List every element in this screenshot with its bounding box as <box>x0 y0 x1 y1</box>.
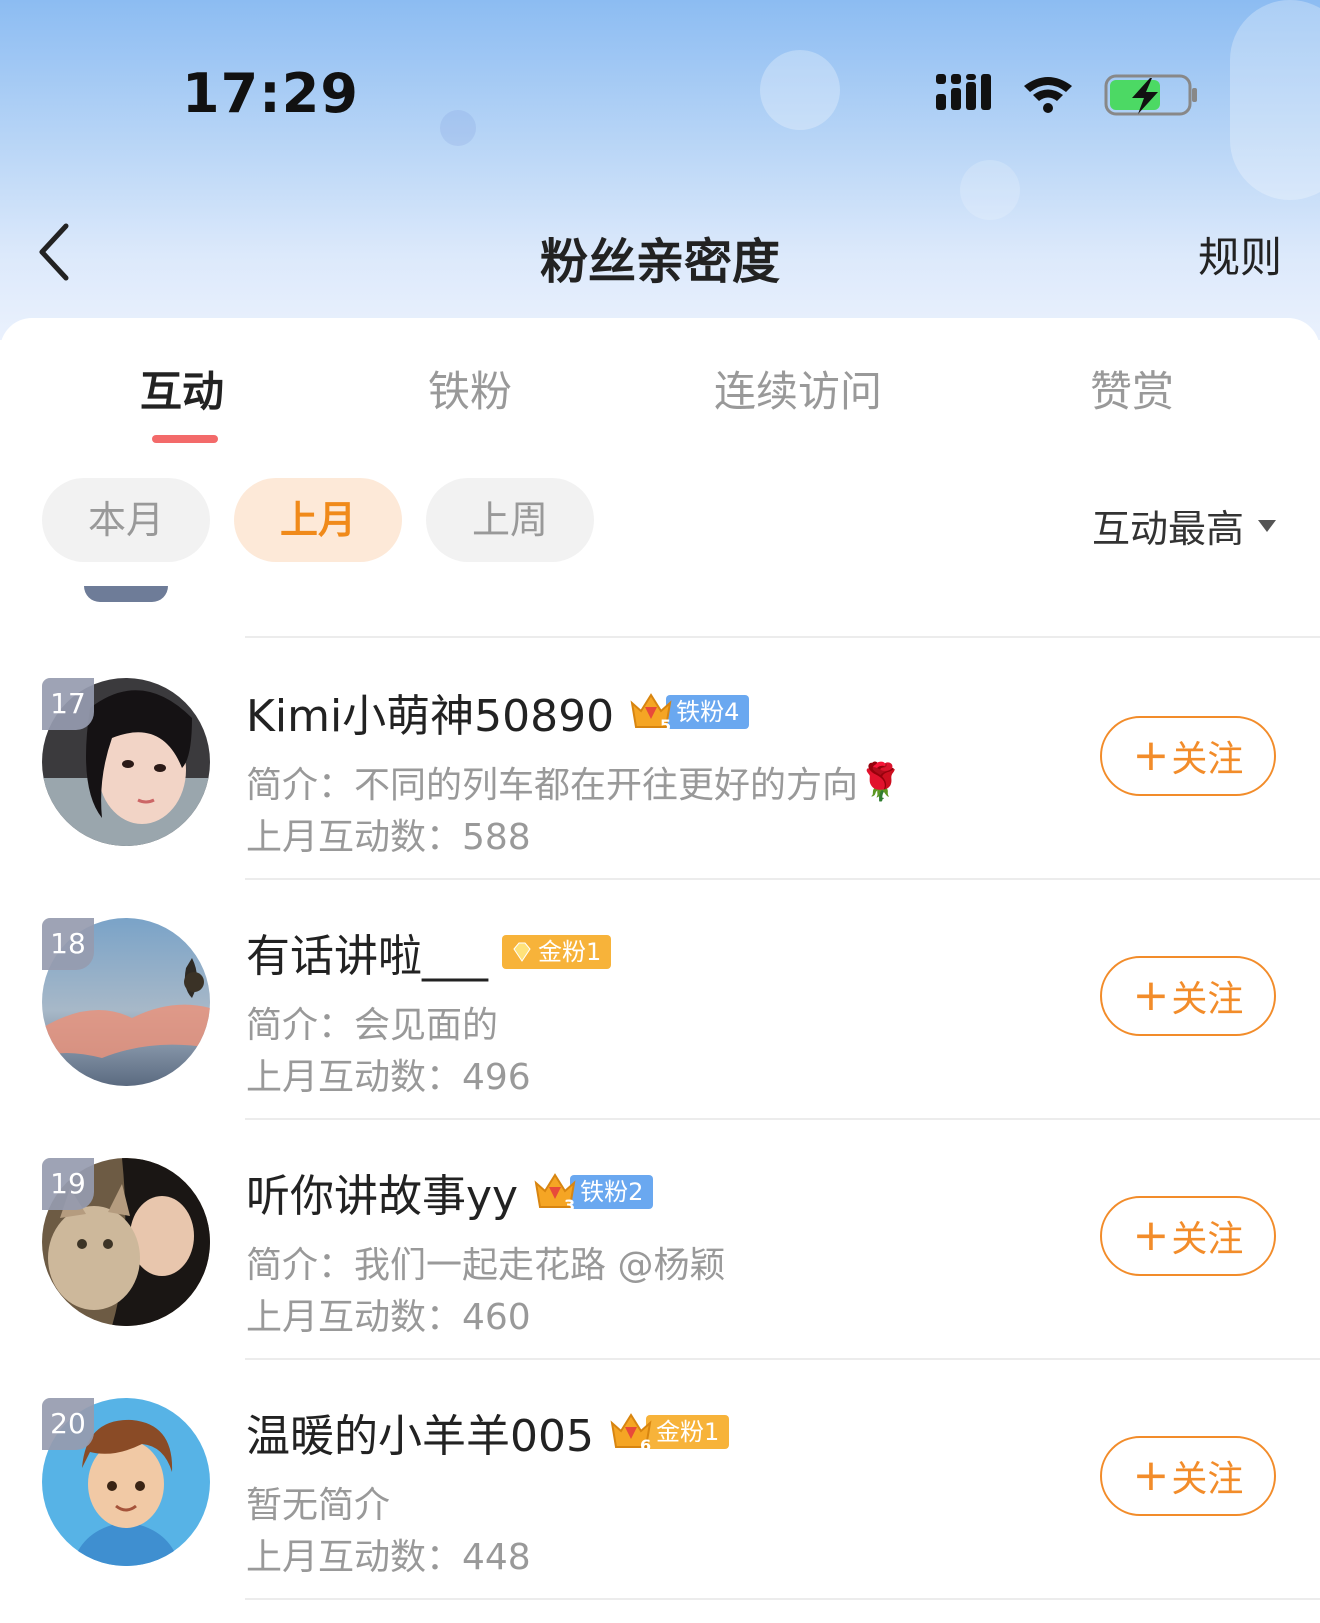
previous-row-avatar <box>84 586 168 602</box>
row-divider <box>245 1598 1320 1600</box>
fan-name[interactable]: 有话讲啦___ <box>246 920 488 984</box>
plus-icon: + <box>1132 1210 1170 1261</box>
follow-label: 关注 <box>1171 1219 1244 1260</box>
follow-label: 关注 <box>1171 1459 1244 1500</box>
plus-icon: + <box>1132 1450 1170 1501</box>
tab-rewards[interactable]: 赞赏 <box>1090 358 1174 419</box>
status-time: 17:29 <box>182 62 359 125</box>
filter-last-month[interactable]: 上月 <box>234 478 402 562</box>
cellular-signal-icon <box>936 74 1197 116</box>
fan-row[interactable]: 19 听你讲故事yy 3 铁粉2 简介：我们一起走花路 @杨颖 上月互动数：46… <box>0 1118 1320 1358</box>
follow-button[interactable]: + 关注 <box>1100 1436 1276 1516</box>
filter-this-month[interactable]: 本月 <box>42 478 210 562</box>
crown-icon: 3 <box>534 1173 576 1215</box>
fan-level-label: 铁粉4 <box>666 695 750 729</box>
fan-bio: 暂无简介 <box>246 1476 390 1528</box>
name-line: 有话讲啦___ 金粉1 <box>246 920 612 984</box>
fan-level-label: 金粉1 <box>502 935 612 969</box>
interaction-count: 上月互动数：588 <box>246 817 531 858</box>
rules-link[interactable]: 规则 <box>1198 224 1282 285</box>
fan-row[interactable]: 17 Kimi小萌神50890 5 铁粉4 简介：不同的列车都在开往更好的方向 … <box>0 638 1320 878</box>
filter-last-week[interactable]: 上周 <box>426 478 594 562</box>
tab-indicator <box>152 435 218 443</box>
fan-name[interactable]: Kimi小萌神50890 <box>246 680 614 744</box>
fan-bio-text: 简介：我们一起走花路 @杨颖 <box>246 1245 726 1286</box>
status-icons <box>936 72 1206 122</box>
plus-icon: + <box>1132 730 1170 781</box>
sort-label: 互动最高 <box>1091 507 1244 551</box>
fan-level-text: 金粉1 <box>538 938 602 966</box>
interaction-count: 上月互动数：448 <box>246 1537 531 1578</box>
svg-text:3: 3 <box>564 1196 575 1215</box>
fan-level-label: 铁粉2 <box>570 1175 654 1209</box>
tab-interaction[interactable]: 互动 <box>140 358 224 419</box>
fan-bio-text: 简介：不同的列车都在开往更好的方向 <box>246 765 859 806</box>
follow-label: 关注 <box>1171 979 1244 1020</box>
fan-bio: 简介：会见面的 <box>246 996 498 1048</box>
name-line: Kimi小萌神50890 5 铁粉4 <box>246 680 750 744</box>
rose-emoji: 🌹 <box>858 762 903 803</box>
content-card: 互动 铁粉 连续访问 赞赏 本月 上月 上周 互动最高 17 Kimi小萌神50… <box>0 318 1320 1623</box>
fan-bio-text: 暂无简介 <box>246 1485 391 1526</box>
tab-iron-fans[interactable]: 铁粉 <box>428 358 512 419</box>
tab-bar: 互动 铁粉 连续访问 赞赏 <box>0 358 1320 438</box>
follow-button[interactable]: + 关注 <box>1100 956 1276 1036</box>
fan-bio: 简介：我们一起走花路 @杨颖 <box>246 1236 725 1288</box>
svg-text:6: 6 <box>640 1436 651 1455</box>
rank-badge: 20 <box>42 1398 94 1450</box>
crown-icon: 5 <box>630 693 672 735</box>
fan-level-badge: 3 铁粉2 <box>532 1173 654 1215</box>
fan-level-badge: 5 铁粉4 <box>628 693 750 735</box>
rank-badge: 19 <box>42 1158 94 1210</box>
follow-button[interactable]: + 关注 <box>1100 716 1276 796</box>
gem-icon <box>513 942 531 962</box>
sort-dropdown[interactable]: 互动最高 <box>1092 498 1276 553</box>
fan-level-badge: 金粉1 <box>502 933 612 971</box>
interaction-count: 上月互动数：460 <box>246 1297 531 1338</box>
follow-label: 关注 <box>1171 739 1244 780</box>
plus-icon: + <box>1132 970 1170 1021</box>
page-title: 粉丝亲密度 <box>539 234 780 290</box>
interaction-count: 上月互动数：496 <box>246 1057 531 1098</box>
fan-name[interactable]: 听你讲故事yy <box>246 1160 518 1224</box>
fan-row[interactable]: 18 有话讲啦___ 金粉1 简介：会见面的 上月互动数：496 + 关注 <box>0 878 1320 1118</box>
caret-down-icon <box>1258 519 1276 532</box>
tab-consecutive-visits[interactable]: 连续访问 <box>714 358 882 419</box>
crown-icon: 6 <box>610 1413 652 1455</box>
fan-row[interactable]: 20 温暖的小羊羊005 6 金粉1 暂无简介 上月互动数：448 + 关注 <box>0 1358 1320 1598</box>
name-line: 听你讲故事yy 3 铁粉2 <box>246 1160 654 1224</box>
follow-button[interactable]: + 关注 <box>1100 1196 1276 1276</box>
svg-text:5: 5 <box>660 716 671 735</box>
fan-bio-text: 简介：会见面的 <box>246 1005 499 1046</box>
fan-level-badge: 6 金粉1 <box>608 1413 730 1455</box>
fan-name[interactable]: 温暖的小羊羊005 <box>246 1400 594 1464</box>
name-line: 温暖的小羊羊005 6 金粉1 <box>246 1400 730 1464</box>
fan-bio: 简介：不同的列车都在开往更好的方向 🌹 <box>246 756 903 808</box>
rank-badge: 18 <box>42 918 94 970</box>
rank-badge: 17 <box>42 678 94 730</box>
fan-level-label: 金粉1 <box>645 1415 730 1449</box>
